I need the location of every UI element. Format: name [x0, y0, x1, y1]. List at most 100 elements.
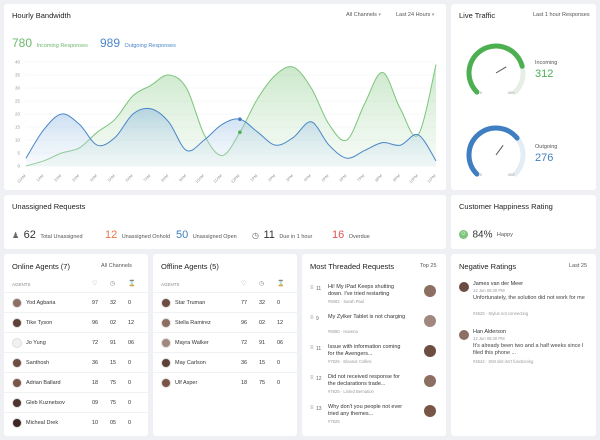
tag-icon: ♡: [92, 281, 98, 287]
unassigned-onhold-stat[interactable]: 12 Unassigned Onhold: [105, 225, 170, 243]
rating-meta: #4542 · SIM slot isn't functioning: [473, 359, 534, 364]
agent-name: Yod Agbaria: [26, 300, 56, 306]
agent-stat-open: 77: [241, 300, 248, 306]
avatar: [161, 338, 171, 348]
incoming-hover-point[interactable]: [238, 130, 242, 134]
thread-icon: ≡: [310, 405, 314, 411]
agent-name: Mayra Walker: [175, 340, 209, 346]
y-tick-label: 40: [15, 60, 21, 65]
outgoing-traffic-value: 276: [535, 152, 554, 164]
x-tick-label: 4AM: [89, 173, 98, 182]
happiness-value: 84%: [472, 229, 493, 241]
agent-name: Micheal Drek: [26, 420, 59, 426]
agent-row[interactable]: Santhosh 36 15 0: [4, 352, 148, 372]
agent-name: Stella Ramirez: [175, 320, 211, 326]
avatar: [12, 318, 22, 328]
incoming-traffic-value: 312: [535, 68, 554, 80]
agent-stat-open: 18: [241, 380, 248, 386]
agent-row[interactable]: Gleb Kuznetsov 09 75 0: [4, 392, 148, 412]
x-tick-label: 10PM: [408, 173, 419, 184]
agent-stat-onhold: 05: [110, 420, 117, 426]
negative-rating-item[interactable]: James van der Meer 12 Jun 06:30 PM Unfortu…: [451, 278, 596, 326]
offline-agents-title: Offline Agents (5): [161, 262, 219, 271]
online-agents-col-label: AGENTS: [12, 282, 31, 287]
agent-stat-overdue: 0: [128, 420, 132, 426]
x-tick-label: 8PM: [374, 173, 383, 182]
x-tick-label: 6PM: [338, 173, 347, 182]
agent-name: Ulf Asper: [175, 380, 198, 386]
avatar: [161, 298, 171, 308]
threaded-request-item[interactable]: ≡ 9 My Zylker Tablet is not charging #5080 …: [302, 310, 446, 340]
agent-row[interactable]: Yod Agbaria 97 32 0: [4, 292, 148, 312]
due-in-hour-stat[interactable]: ◷ 11 Due in 1 hour: [252, 225, 312, 243]
unassigned-open-value: 50: [176, 229, 189, 241]
channels-filter-label: All Channels: [346, 12, 377, 18]
thread-meta: #5080 · Havena: [328, 329, 358, 334]
agent-row[interactable]: May Carlson 36 15 0: [153, 352, 297, 372]
threaded-request-item[interactable]: ≡ 12 Did not received response for the dec…: [302, 370, 446, 400]
channels-filter[interactable]: All Channels ▾: [346, 12, 381, 18]
unassigned-open-stat[interactable]: 50 Unassigned Open: [176, 225, 237, 243]
threaded-filter[interactable]: Top 25: [420, 263, 437, 269]
agent-row[interactable]: Tike Tyson 96 02 12: [4, 312, 148, 332]
agent-name: Jo Yung: [26, 340, 46, 346]
x-tick-label: 1AM: [35, 173, 44, 182]
thread-icon: ≡: [310, 345, 314, 351]
avatar: [424, 375, 436, 387]
agent-name: Star Truman: [175, 300, 206, 306]
agent-row[interactable]: Star Truman 77 32 0: [153, 292, 297, 312]
ratings-filter[interactable]: Last 25: [569, 263, 587, 269]
avatar: [12, 418, 22, 428]
agent-stat-onhold: 02: [259, 320, 266, 326]
thread-meta: #5082 · Sarah Paul: [328, 299, 365, 304]
live-traffic-card: Live Traffic Last 1 hour Responses 0 400…: [451, 4, 596, 190]
agent-stat-onhold: 75: [259, 380, 266, 386]
agent-row[interactable]: Jo Yung 72 91 06: [4, 332, 148, 352]
smiley-icon: ☺: [459, 230, 468, 240]
rating-customer-name: Han Alderson: [473, 329, 507, 335]
thread-count: 13: [316, 406, 322, 412]
agent-stat-open: 96: [241, 320, 248, 326]
incoming-traffic-label: Incoming: [535, 60, 558, 66]
y-tick-label: 15: [15, 125, 21, 130]
avatar: [161, 318, 171, 328]
thread-meta: #7825 · Linted Bernation: [328, 389, 374, 394]
agent-stat-open: 09: [92, 400, 99, 406]
overdue-value: 16: [332, 229, 345, 241]
x-tick-label: 2PM: [267, 173, 276, 182]
agent-row[interactable]: Mayra Walker 72 91 06: [153, 332, 297, 352]
total-unassigned-stat[interactable]: ♟ 62 Total Unassigned: [12, 225, 83, 243]
x-tick-label: 7PM: [356, 173, 365, 182]
happiness-title: Customer Happiness Rating: [459, 202, 553, 211]
agent-name: Santhosh: [26, 360, 50, 366]
avatar: [424, 405, 436, 417]
rating-comment: Unfortunately, the solution did not work…: [473, 295, 585, 301]
threaded-request-item[interactable]: ≡ 11 Hi! My iPad Keeps shutting down. I've…: [302, 280, 446, 310]
agent-stat-open: 18: [92, 380, 99, 386]
agent-stat-open: 10: [92, 420, 99, 426]
agent-row[interactable]: Micheal Drek 10 05 0: [4, 412, 148, 432]
avatar: [12, 298, 22, 308]
y-tick-label: 30: [15, 86, 21, 91]
outgoing-hover-point[interactable]: [238, 117, 242, 121]
time-filter[interactable]: Last 24 Hours ▾: [396, 12, 434, 18]
overdue-stat[interactable]: 16 Overdue: [332, 225, 370, 243]
x-tick-label: 12PM: [230, 173, 241, 184]
negative-rating-item[interactable]: Han Alderson 12 Jun 06:30 PM It's already …: [451, 326, 596, 374]
agent-row[interactable]: Stella Ramirez 96 02 12: [153, 312, 297, 332]
threaded-request-item[interactable]: ≡ 13 Why don't you people not ever tried a…: [302, 400, 446, 430]
rating-customer-name: James van der Meer: [473, 281, 524, 287]
bandwidth-chart[interactable]: 40 35 30 25 20 15 10 5 0 12AM 1AM 2AM 3AM 4AM 5AM 6AM 7…: [4, 50, 446, 190]
threaded-list: ≡ 11 Hi! My iPad Keeps shutting down. I've…: [302, 280, 446, 436]
incoming-gauge-min: 0: [480, 90, 483, 95]
chevron-down-icon: ▾: [378, 12, 381, 18]
live-traffic-filter[interactable]: Last 1 hour Responses: [533, 12, 590, 18]
threaded-request-item[interactable]: ≡ 11 Issue with information coming for the…: [302, 340, 446, 370]
thread-count: 12: [316, 376, 322, 382]
online-agents-filter[interactable]: All Channels: [101, 263, 132, 269]
agent-row[interactable]: Adrian Ballard 18 75 0: [4, 372, 148, 392]
thread-subject: Why don't you people not ever tried any …: [328, 404, 403, 417]
thread-count: 9: [316, 316, 319, 322]
agent-row[interactable]: Ulf Asper 18 75 0: [153, 372, 297, 392]
x-tick-label: 8AM: [160, 173, 169, 182]
